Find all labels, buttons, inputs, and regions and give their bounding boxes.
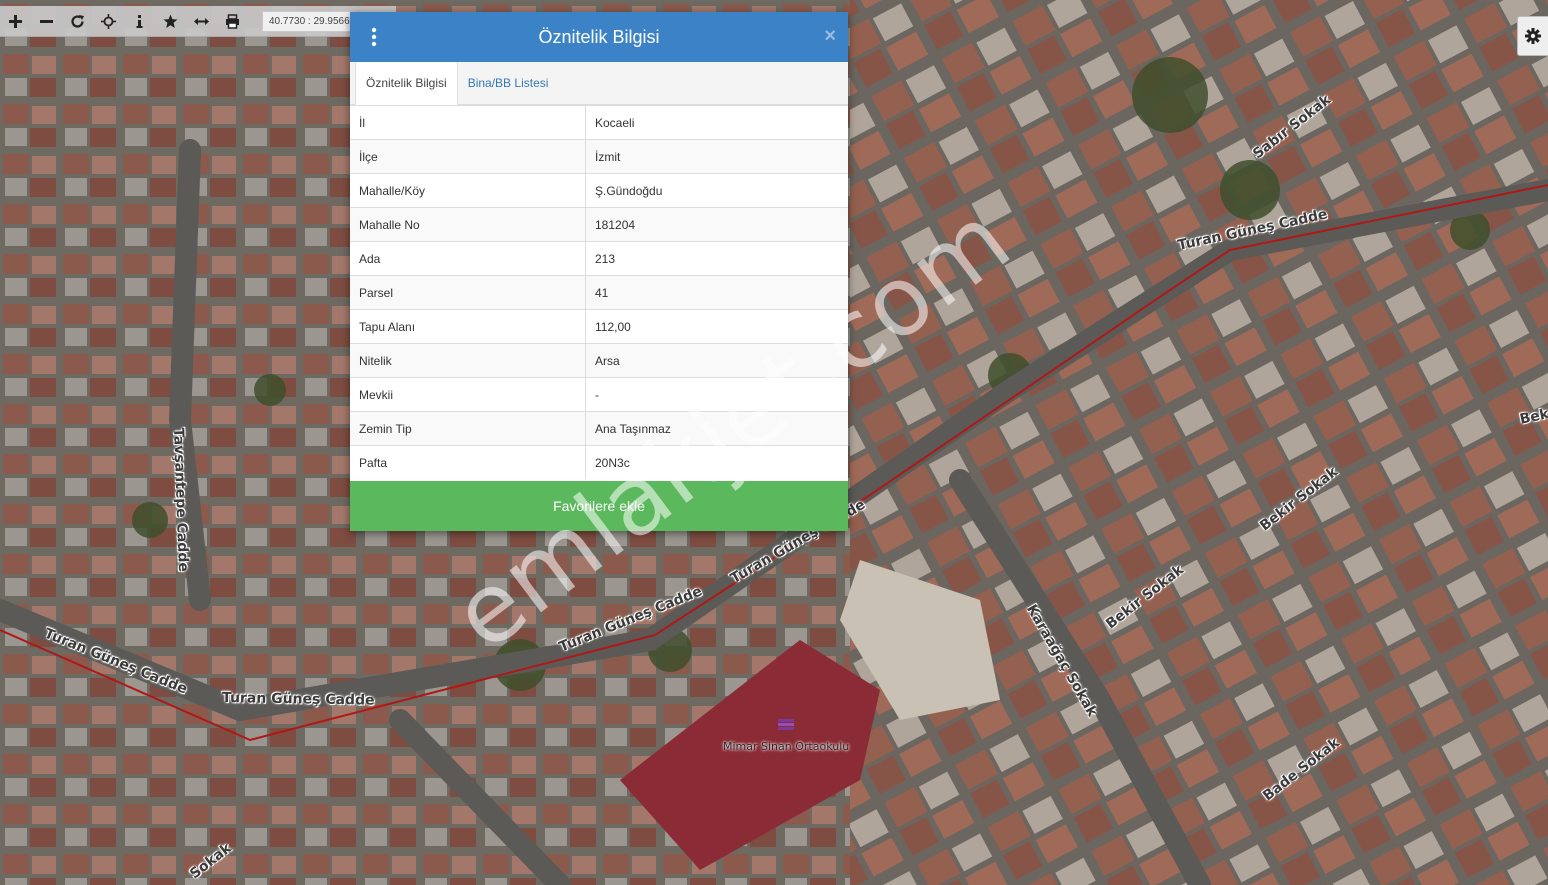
attribute-key: Nitelik [350,343,586,378]
printer-icon [226,13,239,29]
attribute-key: İlçe [350,139,586,174]
locate-button[interactable] [93,6,124,36]
attribute-value: 112,00 [585,309,848,344]
table-row: Pafta 20N3c [350,445,848,479]
attribute-value: 41 [585,275,848,310]
attribute-value: 181204 [585,207,848,242]
attribute-key: Parsel [350,275,586,310]
table-row: Ada 213 [350,241,848,276]
attribute-value: Ana Taşınmaz [585,411,848,446]
zoom-in-button[interactable] [0,6,31,36]
info-icon [136,14,143,28]
tab-attribute-info[interactable]: Öznitelik Bilgisi [355,61,458,105]
minus-icon [40,19,53,23]
table-row: Zemin Tip Ana Taşınmaz [350,411,848,446]
attribute-key: Mevkii [350,377,586,412]
star-icon [163,14,178,28]
attribute-value: Ş.Gündoğdu [585,173,848,208]
attribute-value: Arsa [585,343,848,378]
poi-label[interactable]: Mimar Sinan Ortaokulu [723,740,849,753]
table-row: İlçe İzmit [350,139,848,174]
table-row: Nitelik Arsa [350,343,848,378]
map-toolbar: 40.7730 : 29.9566 [0,6,396,37]
dialog-tabs: Öznitelik Bilgisi Bina/BB Listesi [350,61,848,105]
measure-button[interactable] [186,6,217,36]
zoom-out-button[interactable] [31,6,62,36]
attribute-value: İzmit [585,139,848,174]
print-button[interactable] [217,6,248,36]
attribute-key: Tapu Alanı [350,309,586,344]
horizontal-arrows-icon [194,17,209,25]
info-button[interactable] [124,6,155,36]
attribute-key: Ada [350,241,586,276]
crosshair-icon [101,13,116,29]
attribute-key: Zemin Tip [350,411,586,446]
attribute-info-dialog: Öznitelik Bilgisi × Öznitelik Bilgisi Bi… [350,12,848,531]
attribute-table: İl Kocaeli İlçe İzmit Mahalle/Köy Ş.Gündoğdu M… [350,105,848,479]
street-label: Turan Güneş Cadde [221,690,375,709]
favorites-button[interactable] [155,6,186,36]
table-row: Parsel 41 [350,275,848,310]
settings-button[interactable] [1517,16,1548,56]
refresh-icon [71,14,84,28]
attribute-key: Mahalle No [350,207,586,242]
table-row: Mahalle/Köy Ş.Gündoğdu [350,173,848,208]
plus-icon [9,14,22,28]
attribute-value: 20N3c [585,445,848,479]
tab-building-list[interactable]: Bina/BB Listesi [458,62,559,104]
table-row: Mevkii - [350,377,848,412]
school-icon[interactable] [777,718,795,730]
dialog-header: Öznitelik Bilgisi × [350,12,848,62]
refresh-button[interactable] [62,6,93,36]
attribute-key: İl [350,105,586,140]
table-row: İl Kocaeli [350,105,848,140]
dialog-title: Öznitelik Bilgisi [538,26,660,47]
attribute-value: 213 [585,241,848,276]
attribute-value: - [585,377,848,412]
add-to-favorites-button[interactable]: Favorilere ekle [350,481,848,531]
attribute-key: Pafta [350,445,586,479]
coordinate-readout: 40.7730 : 29.9566 [262,10,357,32]
close-icon[interactable]: × [824,24,836,48]
attribute-value: Kocaeli [585,105,848,140]
vertical-dots-menu-icon[interactable] [366,26,382,48]
gear-icon [1525,28,1541,44]
attribute-key: Mahalle/Köy [350,173,586,208]
table-row: Tapu Alanı 112,00 [350,309,848,344]
table-row: Mahalle No 181204 [350,207,848,242]
